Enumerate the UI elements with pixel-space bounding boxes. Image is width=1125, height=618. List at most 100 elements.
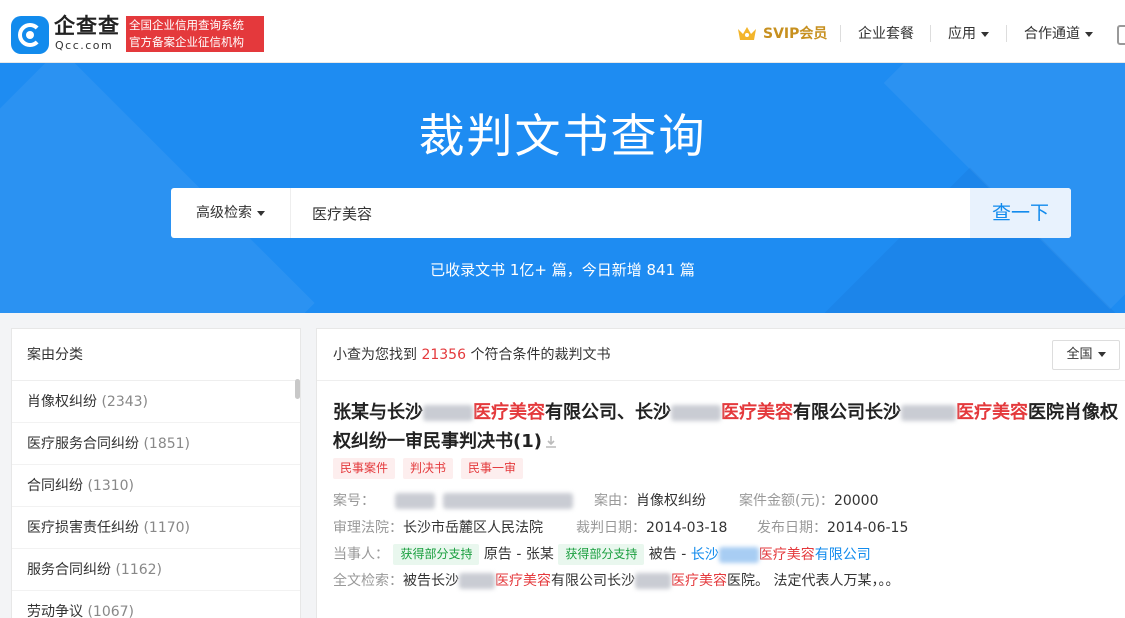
search-input[interactable]: [292, 188, 970, 238]
case-cause-sidebar: 案由分类 肖像权纠纷 (2343) 医疗服务合同纠纷 (1851) 合同纠纷 (…: [11, 328, 301, 618]
results-panel: 小查为您找到 21356 个符合条件的裁判文书 全国 张某与长沙 医疗美容有限公司…: [316, 328, 1125, 618]
court-value: 长沙市岳麓区人民法院: [403, 520, 543, 536]
sidebar-item-contract[interactable]: 合同纠纷 (1310): [12, 465, 300, 507]
nav-cooperation-menu[interactable]: 合作通道: [1024, 24, 1093, 44]
redacted-case-number: [443, 493, 573, 509]
snippet-text: 被告长沙: [403, 573, 459, 589]
judge-date-label: 裁判日期：: [576, 520, 646, 536]
nav-apps-label: 应用: [948, 26, 976, 42]
mobile-icon[interactable]: [1117, 25, 1125, 45]
sidebar-item-labor-dispute[interactable]: 劳动争议 (1067): [12, 591, 300, 618]
case-amount: 案件金额(元)：20000: [739, 491, 878, 511]
slogan-line-2: 官方备案企业征信机构: [129, 35, 244, 49]
crown-icon: [738, 27, 756, 40]
redacted-text: [423, 405, 473, 421]
defendant-text: 有限公司: [814, 546, 871, 563]
nav-package-link[interactable]: 企业套餐: [858, 24, 914, 44]
case-parties: 当事人： 获得部分支持 原告 - 张某 获得部分支持 被告 - 长沙 医疗美容有限…: [333, 544, 871, 565]
snippet-highlight: 医疗美容: [495, 573, 551, 589]
case-meta-row-1: 案号：: [333, 491, 573, 511]
court-label: 审理法院：: [333, 520, 403, 536]
sidebar-title: 案由分类: [12, 329, 300, 381]
brand-domain: Qcc.com: [55, 39, 114, 52]
region-scope-dropdown[interactable]: 全国: [1052, 340, 1120, 370]
title-text: 权纠纷一审民事判决书(1): [333, 431, 542, 452]
case-judge-date: 裁判日期：2014-03-18: [576, 518, 727, 538]
category-label: 肖像权纠纷: [27, 394, 97, 410]
summary-prefix: 小查为您找到: [333, 347, 417, 363]
sidebar-item-portrait-rights[interactable]: 肖像权纠纷 (2343): [12, 381, 300, 423]
redacted-text: [901, 405, 956, 421]
nav-apps-menu[interactable]: 应用: [948, 24, 989, 44]
nav-cooperation-label: 合作通道: [1024, 26, 1080, 42]
sidebar-item-medical-service-contract[interactable]: 医疗服务合同纠纷 (1851): [12, 423, 300, 465]
slogan-line-1: 全国企业信用查询系统: [129, 18, 244, 32]
title-text: 有限公司长沙: [793, 402, 901, 423]
amount-value: 20000: [833, 493, 879, 509]
redacted-text: [718, 546, 759, 563]
chevron-down-icon: [1085, 31, 1093, 37]
search-box: 高级检索 查一下: [171, 188, 1071, 238]
cause-label: 案由：: [594, 493, 636, 509]
category-count: (1170): [143, 520, 191, 536]
advanced-search-dropdown[interactable]: 高级检索: [171, 188, 291, 238]
search-button[interactable]: 查一下: [970, 188, 1071, 238]
publish-date-value: 2014-06-15: [827, 520, 909, 536]
chevron-down-icon: [257, 210, 265, 216]
plaintiff[interactable]: 原告 - 张某: [484, 547, 554, 563]
collection-stats: 已收录文书 1亿+ 篇，今日新增 841 篇: [430, 261, 695, 279]
sidebar-scrollbar[interactable]: [295, 379, 300, 399]
summary-suffix: 个符合条件的裁判文书: [470, 347, 611, 363]
category-count: (2343): [101, 394, 149, 410]
sidebar-item-medical-damage[interactable]: 医疗损害责任纠纷 (1170): [12, 507, 300, 549]
title-highlight: 医疗美容: [956, 402, 1028, 423]
chevron-down-icon: [981, 31, 989, 37]
cause-value: 肖像权纠纷: [636, 493, 706, 509]
title-highlight: 医疗美容: [721, 402, 793, 423]
case-publish-date: 发布日期：2014-06-15: [757, 518, 908, 538]
title-text: 医院肖像权: [1028, 402, 1118, 423]
sidebar-item-service-contract[interactable]: 服务合同纠纷 (1162): [12, 549, 300, 591]
tag-judgment[interactable]: 判决书: [403, 458, 454, 479]
snippet-text: 有限公司长沙: [551, 573, 635, 589]
redacted-text: [635, 573, 671, 589]
title-text: 张某与长沙: [333, 402, 423, 423]
hero-banner: 裁判文书查询 高级检索 查一下 已收录文书 1亿+ 篇，今日新增 841 篇: [0, 63, 1125, 313]
region-scope-label: 全国: [1066, 347, 1093, 362]
category-label: 医疗损害责任纠纷: [27, 520, 139, 536]
redacted-case-number: [395, 493, 435, 509]
case-court: 审理法院：长沙市岳麓区人民法院: [333, 518, 543, 538]
category-count: (1162): [115, 562, 163, 578]
redacted-text: [671, 405, 721, 421]
title-highlight: 医疗美容: [473, 402, 545, 423]
nav-svip-link[interactable]: SVIP会员: [763, 24, 827, 44]
publish-date-label: 发布日期：: [757, 520, 827, 536]
brand-name[interactable]: 企查查: [54, 14, 120, 38]
category-label: 服务合同纠纷: [27, 562, 111, 578]
category-count: (1310): [87, 478, 135, 494]
result-count: 21356: [421, 347, 466, 363]
party-result-tag: 获得部分支持: [393, 544, 480, 565]
category-count: (1851): [143, 436, 191, 452]
download-icon[interactable]: [545, 436, 556, 448]
nav-divider: [930, 25, 931, 42]
defendant-highlight: 医疗美容: [758, 546, 815, 563]
tag-civil-case[interactable]: 民事案件: [333, 458, 396, 479]
fulltext-snippet: 全文检索：被告长沙 医疗美容有限公司长沙 医疗美容医院。 法定代表人万某，。。: [333, 571, 899, 591]
tag-first-instance[interactable]: 民事一审: [461, 458, 524, 479]
defendant-link[interactable]: 长沙 医疗美容有限公司: [691, 546, 871, 563]
case-title-link[interactable]: 张某与长沙 医疗美容有限公司、长沙 医疗美容有限公司长沙 医疗美容医院肖像权 权纠纷一…: [333, 398, 1125, 456]
qcc-logo-icon[interactable]: [11, 16, 49, 54]
snippet-text: 医院。 法定代表人万某，。。: [727, 573, 900, 589]
fulltext-label: 全文检索：: [333, 573, 403, 589]
results-summary: 小查为您找到 21356 个符合条件的裁判文书: [317, 329, 1125, 381]
redacted-text: [459, 573, 495, 589]
judge-date-value: 2014-03-18: [646, 520, 728, 536]
category-label: 合同纠纷: [27, 478, 83, 494]
advanced-search-label: 高级检索: [196, 205, 252, 221]
category-label: 劳动争议: [27, 604, 83, 618]
nav-divider: [840, 25, 841, 42]
case-tags: 民事案件 判决书 民事一审: [333, 457, 531, 479]
party-result-tag: 获得部分支持: [558, 544, 645, 565]
amount-label: 案件金额(元)：: [739, 493, 834, 509]
